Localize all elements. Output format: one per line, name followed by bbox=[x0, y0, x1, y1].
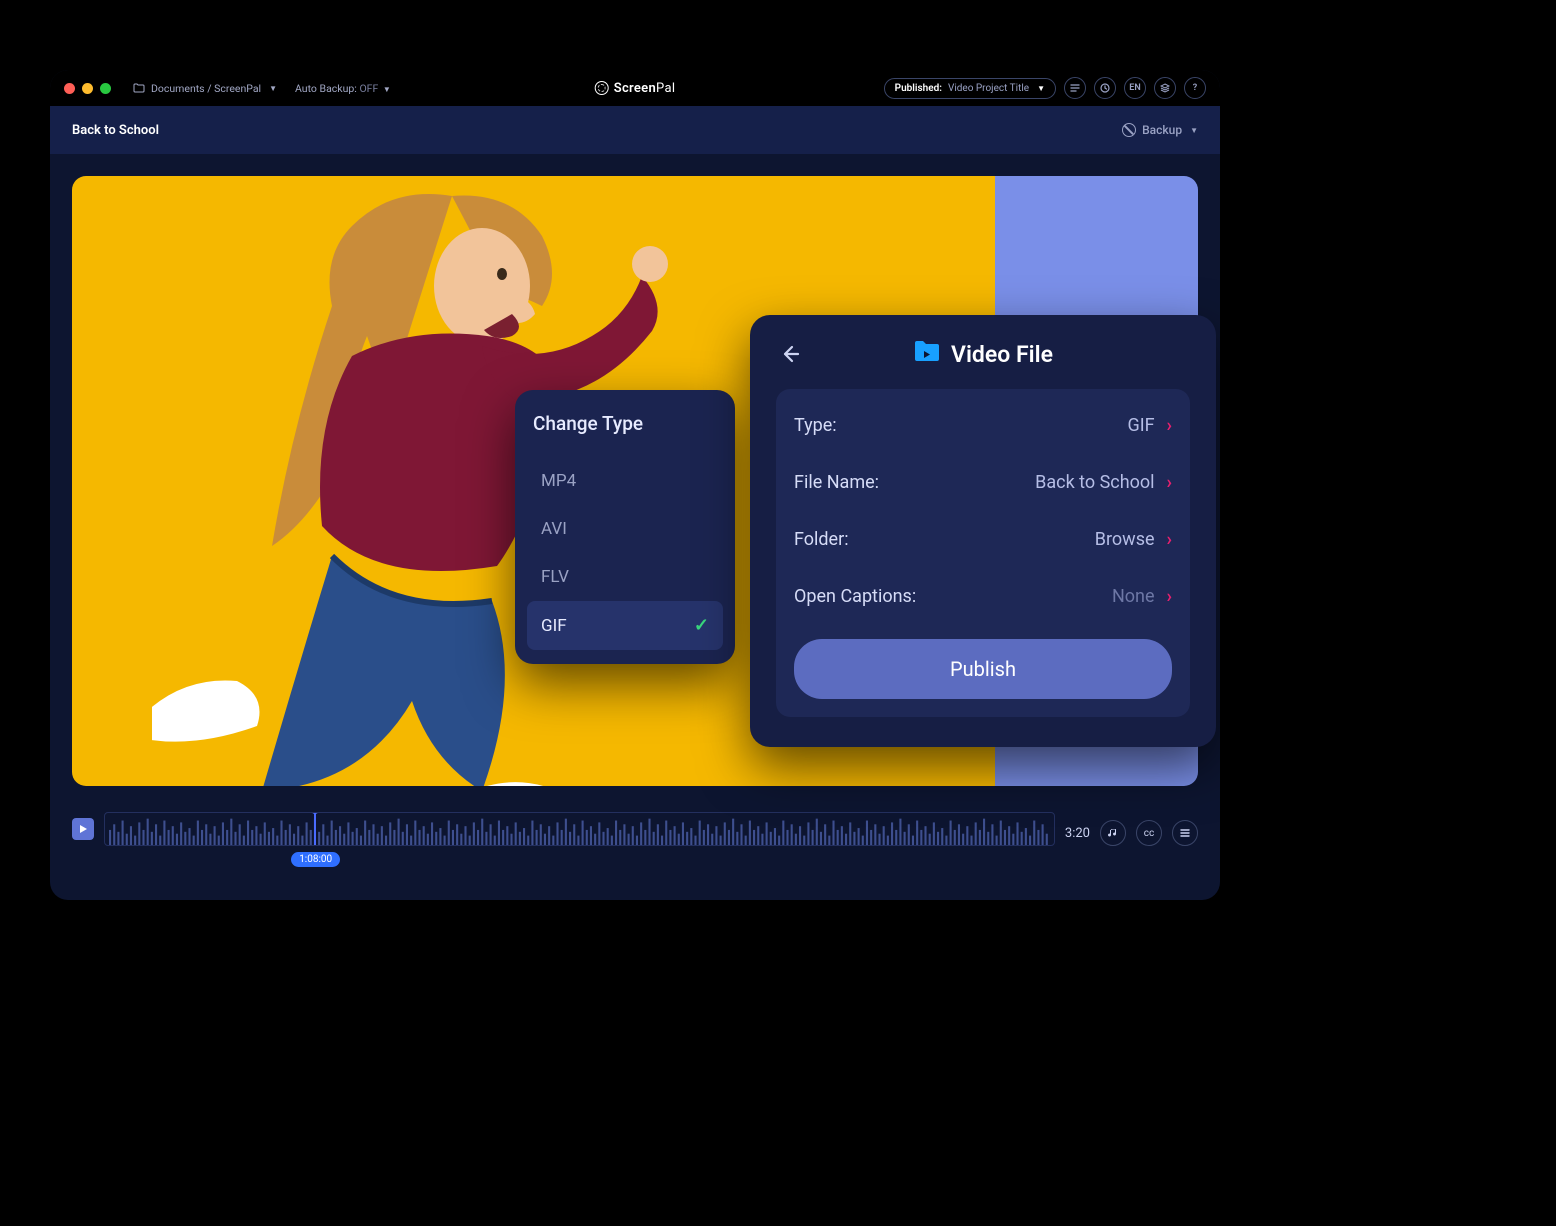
menu-icon-button[interactable] bbox=[1172, 820, 1198, 846]
chevron-right-icon: › bbox=[1167, 529, 1172, 550]
setting-row-folder[interactable]: Folder: Browse › bbox=[794, 511, 1172, 568]
duration-label: 3:20 bbox=[1065, 826, 1090, 841]
back-button[interactable] bbox=[776, 340, 804, 368]
playhead[interactable] bbox=[314, 812, 316, 846]
list-icon-button[interactable] bbox=[1064, 77, 1086, 99]
language-button[interactable]: EN bbox=[1124, 77, 1146, 99]
titlebar: Documents / ScreenPal ▼ Auto Backup: OFF… bbox=[50, 70, 1220, 106]
publish-button[interactable]: Publish bbox=[794, 639, 1172, 699]
video-file-panel: Video File Type: GIF › File Name: Back to… bbox=[750, 315, 1216, 747]
chevron-right-icon: › bbox=[1167, 472, 1172, 493]
chevron-right-icon: › bbox=[1167, 415, 1172, 436]
published-label: Published: bbox=[895, 83, 942, 94]
cc-button[interactable]: cc bbox=[1136, 820, 1162, 846]
auto-backup-value: OFF bbox=[359, 82, 378, 95]
change-type-panel: Change Type MP4 AVI FLV GIF ✓ bbox=[515, 390, 735, 664]
type-option-flv[interactable]: FLV bbox=[527, 553, 723, 601]
window-controls bbox=[64, 83, 111, 94]
setting-label: File Name: bbox=[794, 472, 879, 493]
backup-label: Backup bbox=[1142, 123, 1182, 137]
published-value: Video Project Title bbox=[948, 83, 1029, 94]
video-file-title: Video File bbox=[951, 341, 1053, 368]
project-title: Back to School bbox=[72, 123, 159, 138]
publish-status-dropdown[interactable]: Published: Video Project Title ▼ bbox=[884, 78, 1056, 99]
setting-label: Folder: bbox=[794, 529, 849, 550]
caret-down-icon: ▼ bbox=[1190, 126, 1198, 135]
project-bar: Back to School Backup ▼ bbox=[50, 106, 1220, 154]
type-option-list: MP4 AVI FLV GIF ✓ bbox=[533, 457, 717, 650]
setting-value: Browse bbox=[1095, 529, 1155, 550]
type-option-gif[interactable]: GIF ✓ bbox=[527, 601, 723, 650]
play-button[interactable] bbox=[72, 818, 94, 840]
setting-row-type[interactable]: Type: GIF › bbox=[794, 397, 1172, 454]
auto-backup-toggle[interactable]: Auto Backup: OFF ▼ bbox=[295, 82, 391, 95]
type-option-label: FLV bbox=[541, 567, 569, 587]
setting-label: Type: bbox=[794, 415, 837, 436]
music-icon-button[interactable] bbox=[1100, 820, 1126, 846]
backup-button[interactable]: Backup ▼ bbox=[1122, 123, 1198, 137]
no-backup-icon bbox=[1122, 123, 1136, 137]
setting-value: None bbox=[1112, 586, 1155, 607]
change-type-title: Change Type bbox=[533, 412, 717, 435]
video-file-settings: Type: GIF › File Name: Back to School › Fo… bbox=[776, 389, 1190, 717]
type-option-mp4[interactable]: MP4 bbox=[527, 457, 723, 505]
setting-value: GIF bbox=[1127, 415, 1154, 436]
setting-value: Back to School bbox=[1035, 472, 1154, 493]
brand-icon bbox=[595, 81, 609, 95]
caret-down-icon: ▼ bbox=[383, 85, 391, 94]
brand-logo: ScreenPal bbox=[595, 81, 676, 96]
layers-icon-button[interactable] bbox=[1154, 77, 1176, 99]
caret-down-icon: ▼ bbox=[269, 84, 277, 93]
brand-first: Screen bbox=[614, 81, 656, 96]
video-folder-icon bbox=[913, 339, 941, 369]
minimize-window-button[interactable] bbox=[82, 83, 93, 94]
waveform-icon bbox=[109, 813, 1050, 845]
type-option-label: GIF bbox=[541, 616, 567, 636]
breadcrumb-text: Documents / ScreenPal bbox=[151, 82, 261, 95]
close-window-button[interactable] bbox=[64, 83, 75, 94]
setting-row-filename[interactable]: File Name: Back to School › bbox=[794, 454, 1172, 511]
maximize-window-button[interactable] bbox=[100, 83, 111, 94]
timeline: 1:08:00 3:20 cc bbox=[72, 812, 1198, 886]
brand-second: Pal bbox=[656, 81, 675, 96]
type-option-label: MP4 bbox=[541, 471, 576, 491]
chevron-right-icon: › bbox=[1167, 586, 1172, 607]
folder-icon bbox=[133, 83, 145, 93]
timeline-track[interactable] bbox=[104, 812, 1055, 846]
caret-down-icon: ▼ bbox=[1037, 84, 1045, 93]
help-icon-button[interactable]: ? bbox=[1184, 77, 1206, 99]
breadcrumb[interactable]: Documents / ScreenPal ▼ bbox=[133, 82, 277, 95]
type-option-label: AVI bbox=[541, 519, 567, 539]
setting-label: Open Captions: bbox=[794, 586, 916, 607]
auto-backup-label: Auto Backup: bbox=[295, 82, 357, 95]
check-icon: ✓ bbox=[694, 615, 709, 636]
history-icon-button[interactable] bbox=[1094, 77, 1116, 99]
setting-row-captions[interactable]: Open Captions: None › bbox=[794, 568, 1172, 625]
playhead-time-badge: 1:08:00 bbox=[291, 852, 340, 867]
type-option-avi[interactable]: AVI bbox=[527, 505, 723, 553]
